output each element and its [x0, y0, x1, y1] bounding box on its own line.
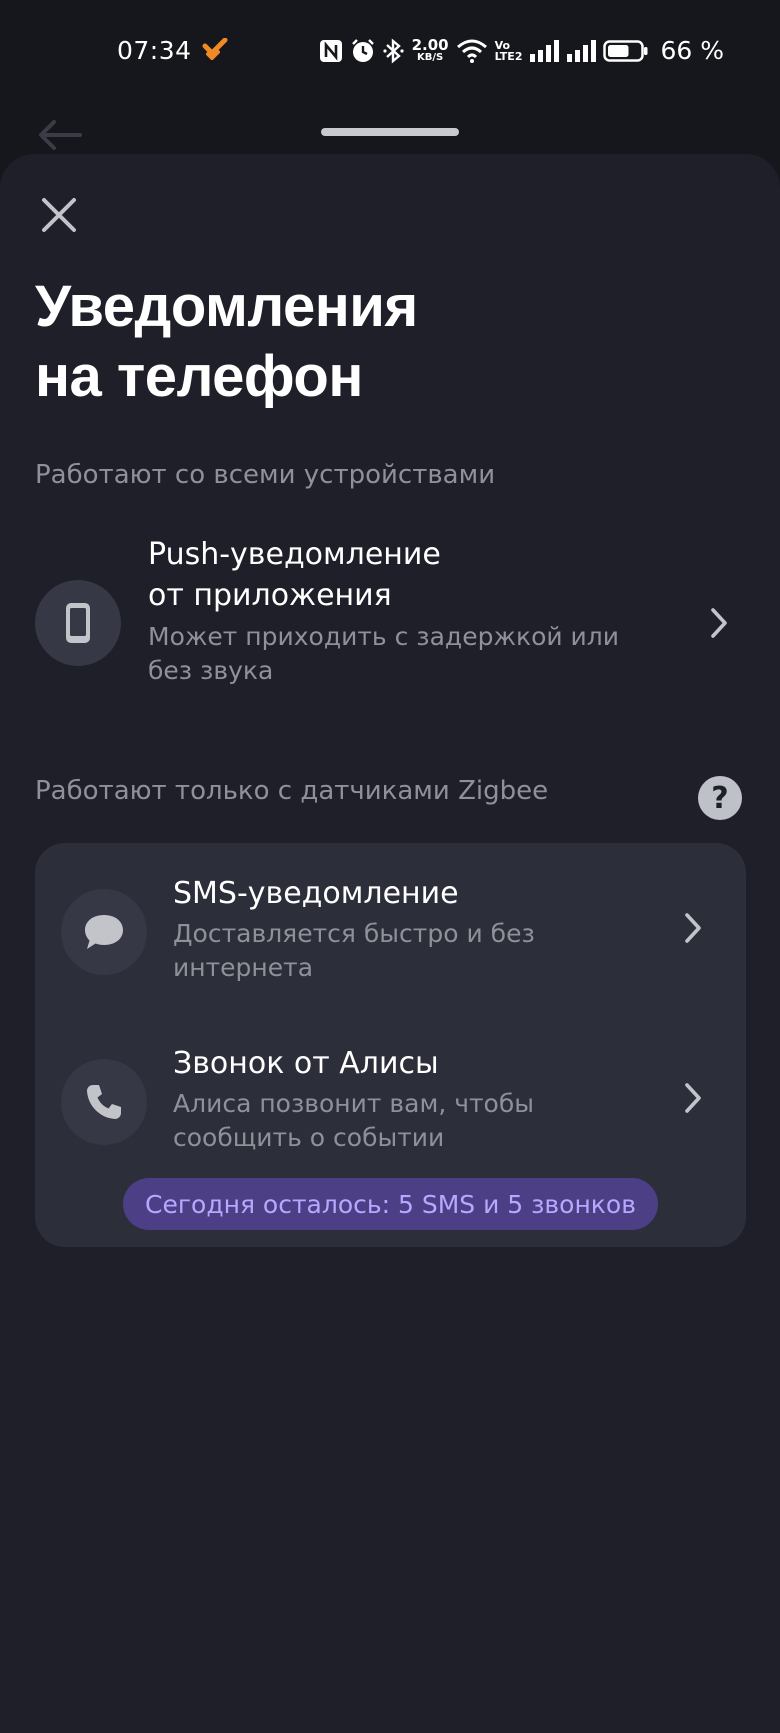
sms-title: SMS-уведомление: [173, 876, 459, 911]
sms-description: Доставляется быстро и без интернета: [173, 917, 535, 985]
push-title-line2: от приложения: [148, 578, 392, 613]
section-label-all-devices: Работают со всеми устройствами: [35, 460, 496, 490]
status-time: 07:34: [117, 36, 192, 65]
chat-bubble-icon: [85, 915, 123, 949]
signal-icon-sim2: [566, 39, 597, 62]
status-icons: 2.00 KB/S Vo LTE2 66 %: [319, 36, 724, 65]
network-speed-value: 2.00: [411, 36, 449, 54]
network-speed: 2.00 KB/S: [412, 38, 449, 63]
zigbee-options-card: SMS-уведомление Доставляется быстро и бе…: [35, 843, 746, 1247]
quota-badge: Сегодня осталось: 5 SMS и 5 звонков: [123, 1178, 658, 1230]
push-description: Может приходить с задержкой или без звук…: [148, 620, 619, 688]
close-button[interactable]: [36, 192, 82, 238]
close-icon: [42, 198, 76, 232]
call-icon-circle: [61, 1059, 147, 1145]
push-icon-circle: [35, 580, 121, 666]
volte-top: Vo: [494, 38, 511, 52]
sheet-drag-handle[interactable]: [321, 128, 459, 136]
chevron-right-icon: [680, 911, 706, 949]
help-icon[interactable]: ?: [698, 776, 742, 820]
wifi-icon: [456, 39, 488, 63]
network-speed-unit: KB/S: [416, 52, 444, 63]
notifications-sheet: Уведомления на телефон Работают со всеми…: [0, 154, 780, 1733]
bluetooth-icon: [382, 37, 405, 64]
status-bar: 07:34 2.00 KB/S Vo LTE2 66 %: [0, 0, 780, 104]
page-title: Уведомления на телефон: [35, 272, 735, 412]
alice-call-option[interactable]: Звонок от Алисы Алиса позвонит вам, чтоб…: [35, 1043, 746, 1153]
app-notification-icon: [202, 37, 228, 64]
nfc-icon: [319, 39, 343, 63]
page-title-line2: на телефон: [35, 344, 363, 409]
push-desc-line2: без звука: [148, 656, 274, 685]
sms-notification-option[interactable]: SMS-уведомление Доставляется быстро и бе…: [35, 873, 746, 983]
push-title: Push-уведомление от приложения: [148, 534, 441, 616]
phone-handset-icon: [87, 1085, 121, 1119]
push-title-line1: Push-уведомление: [148, 537, 441, 572]
chevron-right-icon: [706, 606, 732, 644]
volte-indicator: Vo LTE2: [495, 40, 523, 62]
phone-icon: [66, 603, 90, 643]
push-notification-option[interactable]: Push-уведомление от приложения Может при…: [0, 534, 780, 685]
battery-percent: 66 %: [660, 36, 724, 65]
call-description: Алиса позвонит вам, чтобы сообщить о соб…: [173, 1087, 534, 1155]
call-desc-line1: Алиса позвонит вам, чтобы: [173, 1089, 534, 1118]
section-label-zigbee: Работают только с датчиками Zigbee: [35, 776, 549, 806]
volte-bottom: LTE2: [494, 49, 523, 63]
page-title-line1: Уведомления: [35, 274, 418, 339]
sms-icon-circle: [61, 889, 147, 975]
call-title: Звонок от Алисы: [173, 1046, 439, 1081]
call-desc-line2: сообщить о событии: [173, 1123, 445, 1152]
battery-icon: [603, 39, 649, 63]
screen: 07:34 2.00 KB/S Vo LTE2 66 % Уведомления…: [0, 0, 780, 1733]
push-desc-line1: Может приходить с задержкой или: [148, 622, 620, 651]
back-arrow-icon[interactable]: [36, 118, 84, 156]
signal-icon-sim1: [529, 39, 560, 62]
alarm-icon: [350, 38, 376, 64]
sms-desc-line1: Доставляется быстро и без: [173, 919, 535, 948]
sms-desc-line2: интернета: [173, 953, 314, 982]
chevron-right-icon: [680, 1081, 706, 1119]
